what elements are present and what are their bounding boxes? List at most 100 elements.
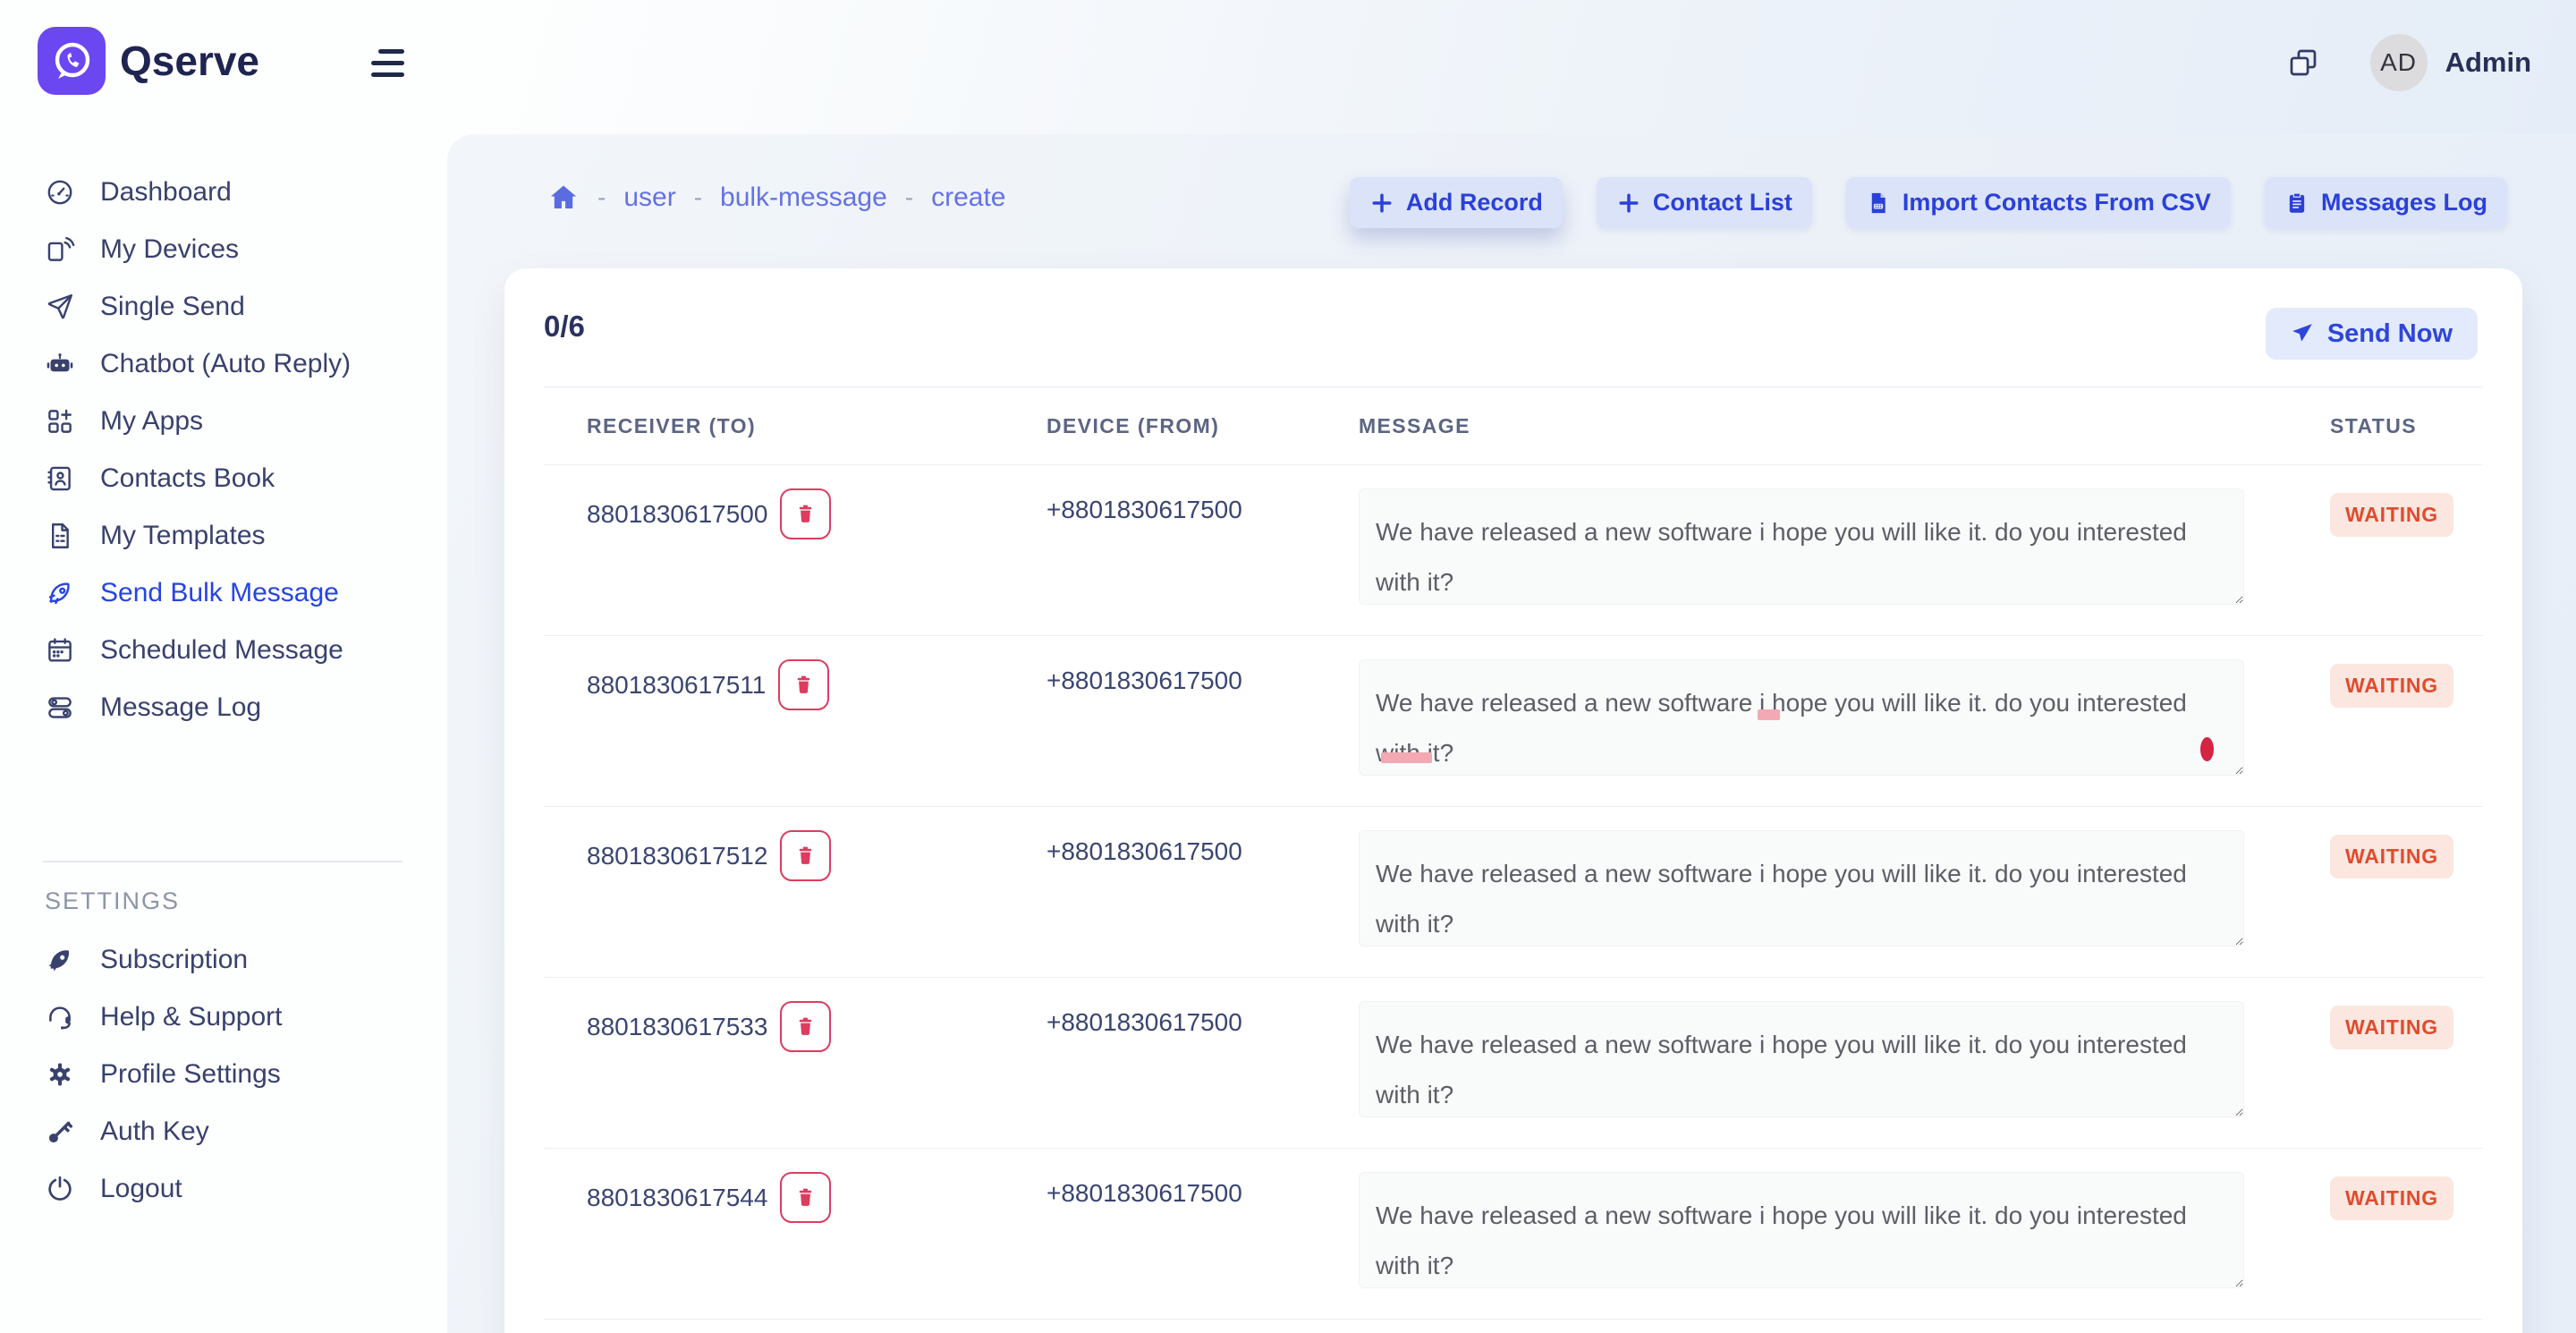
breadcrumb-item-bulk-message[interactable]: bulk-message [720,183,887,213]
sidebar-item-message-log[interactable]: Message Log [0,679,447,736]
table-header-row: RECEIVER (TO) DEVICE (FROM) MESSAGE STAT… [544,387,2483,465]
sidebar-item-label: Logout [100,1174,182,1204]
table-row: 8801830617544 +8801830617500 We have rel… [544,1149,2483,1320]
send-now-button[interactable]: Send Now [2266,308,2478,360]
message-textarea[interactable]: We have released a new software i hope y… [1359,1001,2244,1117]
status-badge: WAITING [2330,664,2453,708]
user-name: Admin [2445,47,2531,79]
contacts-icon [45,463,75,494]
receiver-cell: 8801830617500 [587,465,1046,635]
messages-log-button[interactable]: Messages Log [2265,177,2507,228]
sidebar-item-label: Help & Support [100,1002,282,1032]
table-row: 8801830617511 +8801830617500 We have rel… [544,636,2483,807]
sidebar-item-label: My Templates [100,521,266,551]
trash-icon [793,1015,818,1039]
message-cell: We have released a new software i hope y… [1359,636,2330,806]
content-area: -user-bulk-message-create Add Record Con… [447,134,2576,1333]
message-textarea[interactable]: We have released a new software i hope y… [1359,659,2244,776]
sidebar-item-help-support[interactable]: Help & Support [0,989,447,1046]
add-record-button[interactable]: Add Record [1350,177,1563,228]
message-textarea[interactable]: We have released a new software i hope y… [1359,488,2244,605]
apps-icon [45,406,75,437]
calendar-icon [45,635,75,666]
breadcrumb: -user-bulk-message-create [547,173,1006,223]
sidebar-item-label: Subscription [100,945,248,975]
sidebar-item-auth-key[interactable]: Auth Key [0,1103,447,1160]
sidebar-nav-settings: Subscription Help & Support Profile Sett… [0,931,447,1218]
key-icon [45,1116,75,1147]
status-cell: WAITING [2330,1149,2483,1319]
import-contacts-from-csv-button[interactable]: Import Contacts From CSV [1846,177,2231,228]
plus-icon [1616,191,1641,216]
sidebar-toggle-button[interactable] [371,49,404,77]
sidebar-item-contacts-book[interactable]: Contacts Book [0,450,447,507]
copy-icon[interactable] [2286,46,2320,80]
breadcrumb-separator: - [905,183,913,212]
home-icon[interactable] [547,182,580,214]
page-action-buttons: Add Record Contact List Import Contacts … [1350,177,2507,228]
delete-row-button[interactable] [778,659,829,710]
status-badge: WAITING [2330,835,2453,879]
sidebar-item-single-send[interactable]: Single Send [0,278,447,335]
contact-list-button[interactable]: Contact List [1597,177,1812,228]
sidebar-item-label: Dashboard [100,177,232,208]
breadcrumb-items: -user-bulk-message-create [597,183,1006,213]
sidebar-item-subscription[interactable]: Subscription [0,931,447,989]
sidebar-item-send-bulk-message[interactable]: Send Bulk Message [0,565,447,622]
sidebar-item-label: Message Log [100,692,261,723]
breadcrumb-item-create[interactable]: create [931,183,1005,213]
column-header-status: STATUS [2330,414,2483,438]
rocket-icon [45,578,75,608]
action-button-label: Import Contacts From CSV [1902,189,2211,217]
device-number: +8801830617500 [1046,1008,1242,1036]
message-textarea[interactable]: We have released a new software i hope y… [1359,830,2244,947]
headset-icon [45,1002,75,1032]
status-cell: WAITING [2330,978,2483,1148]
status-badge: WAITING [2330,493,2453,537]
receiver-number: 8801830617500 [587,500,767,529]
message-cell: We have released a new software i hope y… [1359,807,2330,977]
sidebar-item-dashboard[interactable]: Dashboard [0,164,447,221]
sidebar-item-my-devices[interactable]: My Devices [0,221,447,278]
status-badge: WAITING [2330,1176,2453,1220]
whatsapp-logo-icon [38,27,106,95]
device-number: +8801830617500 [1046,837,1242,865]
sidebar-item-label: Contacts Book [100,463,275,494]
avatar[interactable]: AD [2370,34,2428,91]
sent-counter: 0/6 [544,310,585,344]
sidebar-item-label: My Devices [100,234,239,265]
delete-row-button[interactable] [780,1001,831,1052]
trash-icon [792,673,816,697]
dashboard-icon [45,177,75,208]
plus-icon [1369,191,1394,216]
status-cell: WAITING [2330,636,2483,806]
delete-row-button[interactable] [780,830,831,881]
device-number: +8801830617500 [1046,1179,1242,1207]
message-textarea[interactable]: We have released a new software i hope y… [1359,1172,2244,1288]
sidebar-item-scheduled-message[interactable]: Scheduled Message [0,622,447,679]
topbar-user-area: AD Admin [2286,34,2531,91]
sidebar-item-label: Profile Settings [100,1059,281,1090]
column-header-receiver: RECEIVER (TO) [587,414,1046,438]
sidebar-item-my-templates[interactable]: My Templates [0,507,447,565]
action-button-label: Add Record [1406,189,1543,217]
hamburger-icon [378,49,404,54]
trash-icon [793,844,818,868]
sidebar-item-chatbot-auto-reply[interactable]: Chatbot (Auto Reply) [0,335,447,393]
settings-section-label: SETTINGS [45,887,180,915]
trash-icon [793,502,818,526]
receiver-number: 8801830617512 [587,842,767,870]
sidebar-item-profile-settings[interactable]: Profile Settings [0,1046,447,1103]
delete-row-button[interactable] [780,1172,831,1223]
sidebar-item-logout[interactable]: Logout [0,1160,447,1218]
receiver-cell: 8801830617533 [587,978,1046,1148]
sidebar-item-my-apps[interactable]: My Apps [0,393,447,450]
brand-logo[interactable]: Qserve [38,27,259,95]
breadcrumb-item-user[interactable]: user [623,183,675,213]
breadcrumb-separator: - [694,183,702,212]
chatbot-icon [45,349,75,379]
templates-icon [45,521,75,551]
sidebar-item-label: Scheduled Message [100,635,343,666]
delete-row-button[interactable] [780,488,831,539]
sidebar: Qserve Dashboard My Devices Single Send … [0,0,447,1333]
